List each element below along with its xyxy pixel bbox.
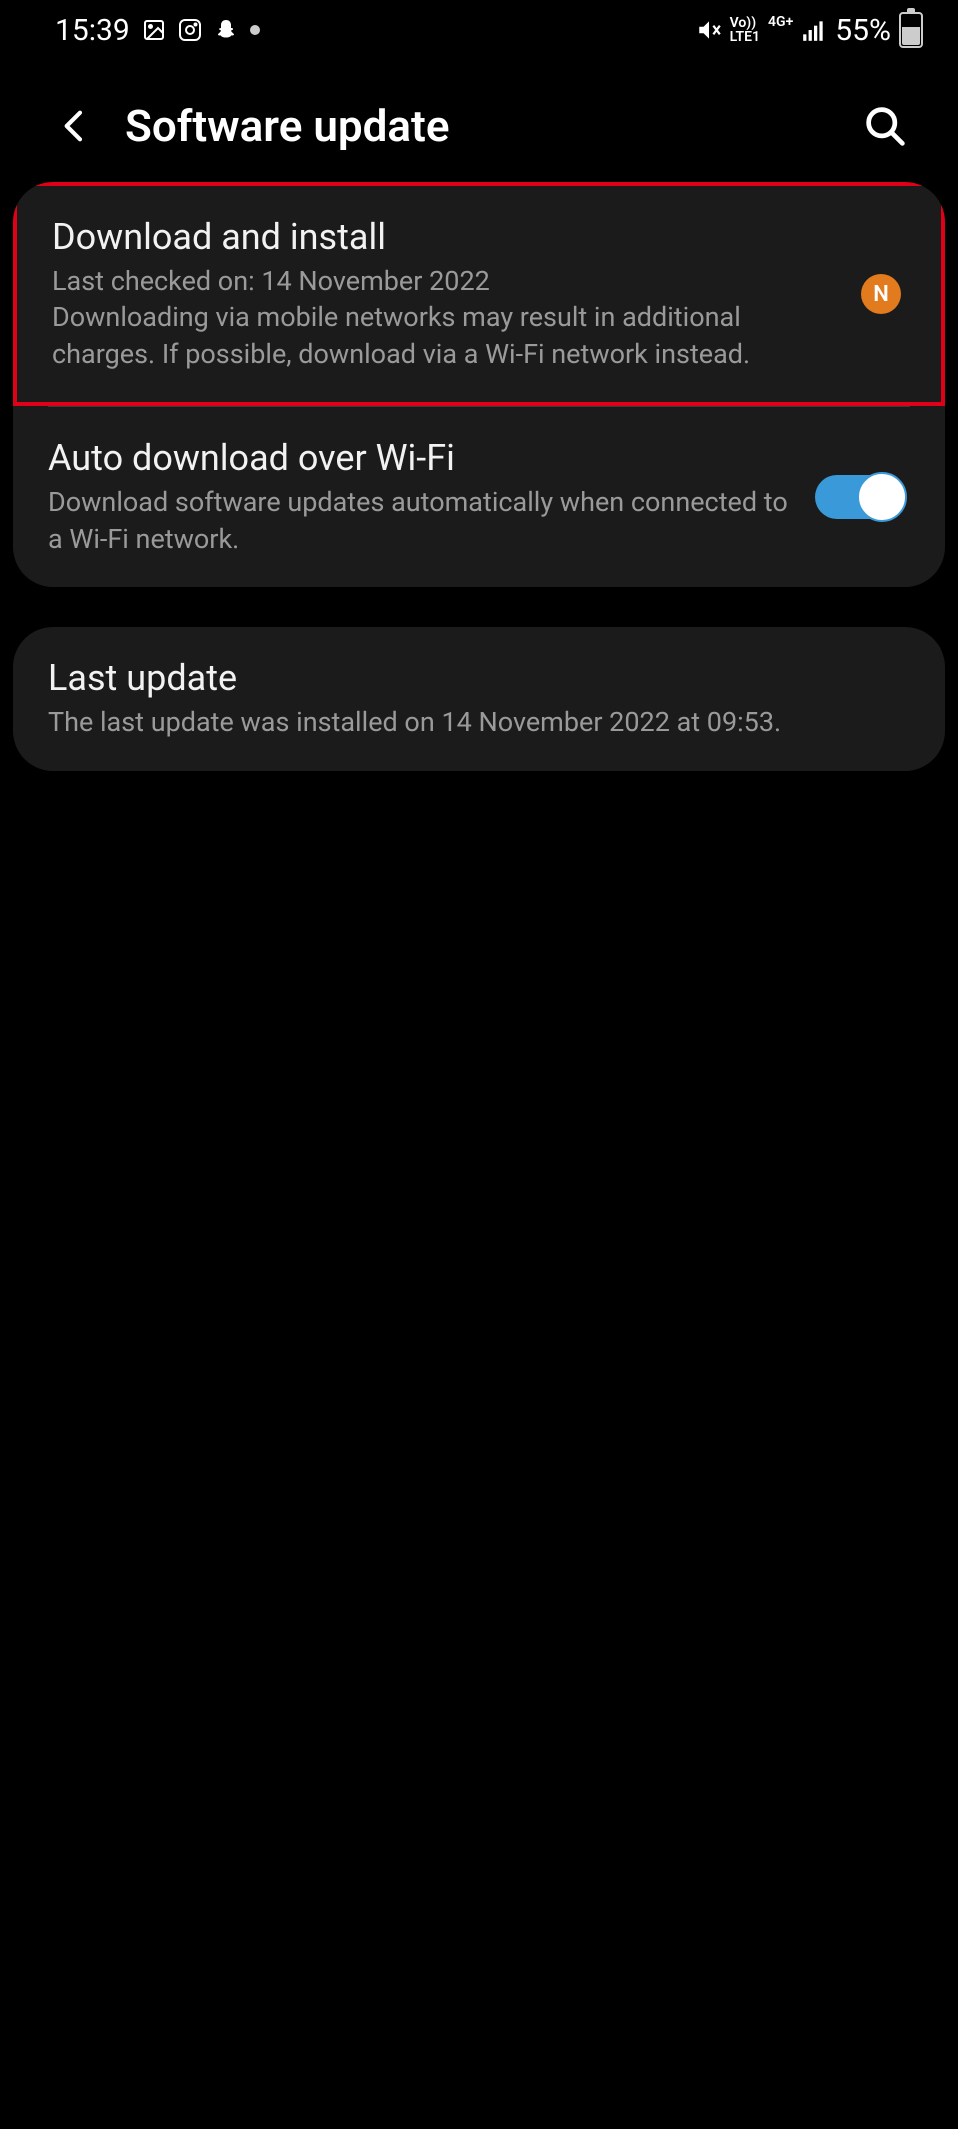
battery-icon	[899, 12, 923, 48]
snapchat-icon	[214, 18, 238, 42]
data-arrows-icon	[768, 29, 793, 46]
auto-download-desc: Download software updates automatically …	[48, 484, 795, 557]
auto-download-text: Auto download over Wi-Fi Download softwa…	[48, 437, 795, 557]
instagram-icon	[178, 18, 202, 42]
page-title: Software update	[125, 100, 833, 152]
gallery-icon	[142, 18, 166, 42]
status-time: 15:39	[55, 13, 130, 48]
data-indicator: 4G+	[768, 15, 793, 46]
auto-download-title: Auto download over Wi-Fi	[48, 437, 795, 479]
settings-card-1: Download and install Last checked on: 14…	[13, 182, 945, 587]
last-update-title: Last update	[48, 657, 905, 699]
download-install-title: Download and install	[52, 216, 841, 258]
header: Software update	[0, 60, 958, 182]
settings-card-2: Last update The last update was installe…	[13, 627, 945, 770]
search-icon[interactable]	[863, 104, 908, 149]
signal-icon	[801, 17, 827, 43]
download-install-text: Download and install Last checked on: 14…	[52, 216, 841, 372]
more-dot-icon	[250, 25, 260, 35]
download-install-desc: Last checked on: 14 November 2022 Downlo…	[52, 263, 841, 372]
auto-download-toggle[interactable]	[815, 475, 905, 519]
last-update-row[interactable]: Last update The last update was installe…	[13, 627, 945, 770]
last-update-desc: The last update was installed on 14 Nove…	[48, 704, 905, 740]
battery-percent: 55%	[835, 13, 891, 48]
toggle-knob	[857, 472, 907, 522]
update-badge: N	[861, 274, 901, 314]
status-right: Vo)) LTE1 4G+ 55%	[696, 12, 923, 48]
status-left: 15:39	[55, 13, 260, 48]
status-bar: 15:39 Vo)) LTE1 4G+ 55%	[0, 0, 958, 60]
mute-icon	[696, 17, 722, 43]
download-install-row[interactable]: Download and install Last checked on: 14…	[13, 182, 945, 406]
last-update-text: Last update The last update was installe…	[48, 657, 905, 740]
volte-indicator: Vo)) LTE1	[730, 16, 760, 44]
auto-download-row[interactable]: Auto download over Wi-Fi Download softwa…	[13, 407, 945, 587]
back-icon[interactable]	[55, 106, 95, 146]
